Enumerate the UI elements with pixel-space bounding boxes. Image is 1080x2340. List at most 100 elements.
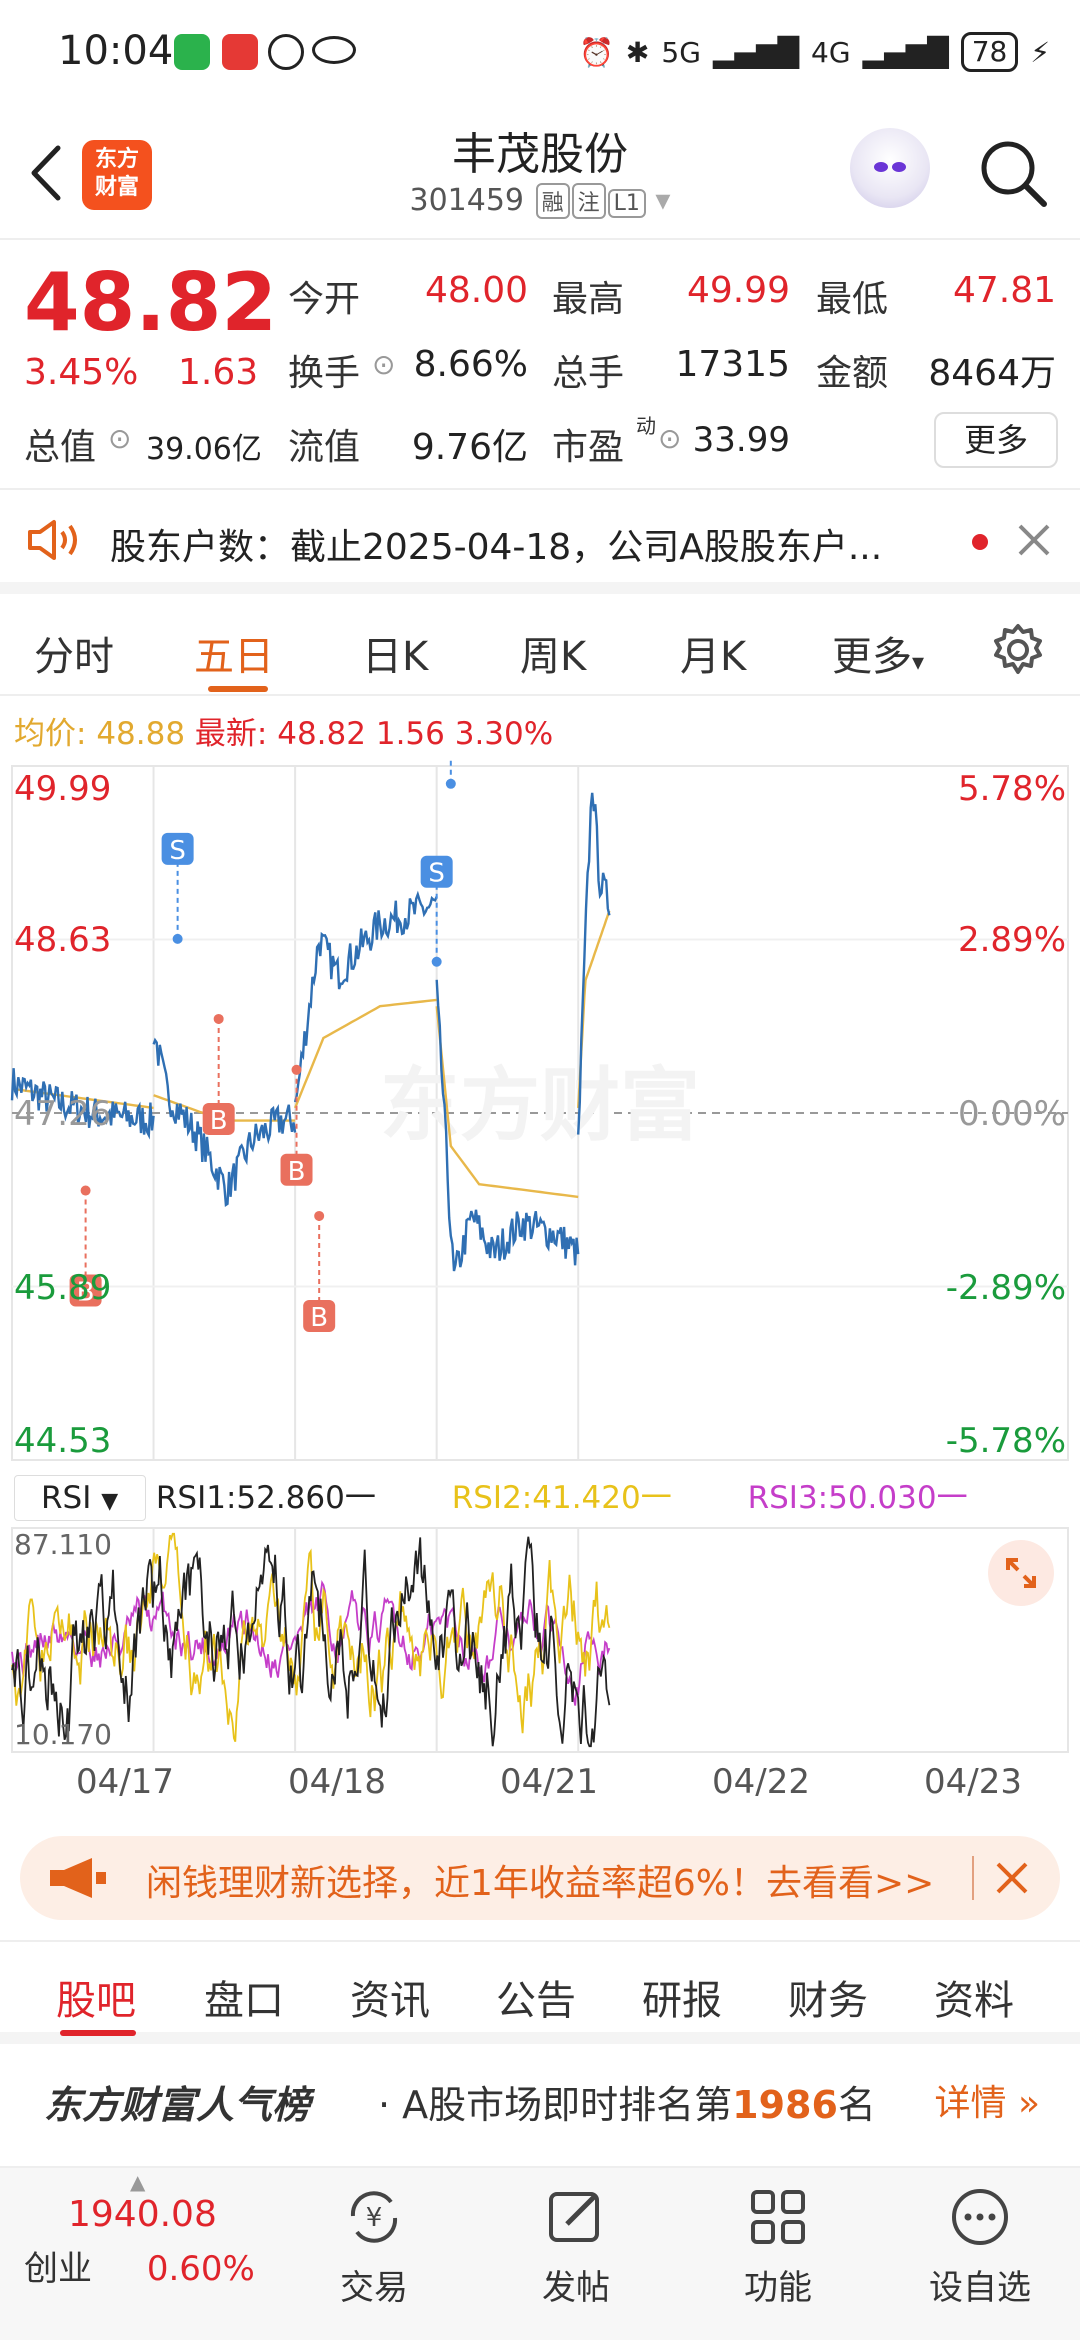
speaker-icon: [28, 520, 77, 560]
nav-functions[interactable]: 功能: [698, 2186, 858, 2309]
tab-five-day[interactable]: 五日: [194, 624, 274, 682]
volume-value: 17315: [675, 344, 790, 385]
signal-5g-icon: 5G: [661, 35, 701, 69]
index-ticker[interactable]: 1940.08 创业 0.60%: [24, 2194, 274, 2290]
eye-icon: [312, 36, 356, 64]
status-time: 10:04: [58, 28, 174, 74]
popularity-rank-bar[interactable]: 东方财富人气榜 · A股市场即时排名第1986名 详情 »: [0, 2044, 1080, 2164]
date-axis: 04/17 04/18 04/21 04/22 04/23: [0, 1762, 1080, 1806]
y-axis-percent-label: 5.78%: [958, 769, 1066, 809]
rsi-chart[interactable]: 87.110 10.170: [0, 1524, 1080, 1756]
info-icon[interactable]: ⊙: [372, 348, 395, 381]
date-label: 04/23: [924, 1762, 1022, 1802]
rank-detail-link[interactable]: 详情 »: [935, 2074, 1041, 2126]
signal-bars-icon: ▂▄▆█: [712, 35, 800, 69]
pe-dynamic-mark: 动: [636, 414, 656, 438]
nav-post[interactable]: 发帖: [496, 2186, 656, 2309]
dropdown-caret-icon: ▾: [912, 648, 925, 676]
change-amount: 1.63: [178, 352, 259, 393]
tab-weekly-k[interactable]: 周K: [520, 624, 586, 682]
more-quote-button[interactable]: 更多: [934, 412, 1058, 468]
y-axis-percent-label: 0.00%: [958, 1094, 1066, 1134]
index-percent: 0.60%: [146, 2249, 255, 2289]
last-price: 48.82: [24, 256, 278, 349]
date-label: 04/21: [500, 1762, 598, 1802]
tag-level1: L1: [607, 189, 646, 218]
tab-profile[interactable]: 资料: [934, 1968, 1014, 2026]
latest-value: 48.82: [277, 716, 366, 752]
marker-dot: [431, 956, 442, 967]
total-mv-label: 总值: [24, 427, 97, 468]
low-label: 最低: [816, 279, 889, 320]
marker-label: S: [169, 836, 186, 866]
notice-bar[interactable]: 股东户数：截止2025-04-18，公司A股股东户...: [0, 490, 1080, 594]
caret-up-icon: ▲: [130, 2170, 146, 2194]
high-value: 49.99: [686, 270, 790, 311]
unread-dot: [972, 534, 988, 550]
settings-gear-icon[interactable]: [990, 622, 1046, 678]
tab-research[interactable]: 研报: [642, 1968, 722, 2026]
content-tabs: 股吧 盘口 资讯 公告 研报 财务 资料: [0, 1940, 1080, 2044]
promo-banner[interactable]: 闲钱理财新选择，近1年收益率超6%！去看看>>: [20, 1836, 1060, 1920]
marker-dot: [314, 1210, 325, 1221]
rank-brand: 东方财富人气榜: [44, 2083, 311, 2127]
close-icon[interactable]: [994, 1860, 1030, 1896]
marker-dot: [172, 933, 183, 944]
float-mv-label: 流值: [288, 427, 361, 468]
tab-announcements[interactable]: 公告: [496, 1968, 576, 2026]
y-axis-price-label: 48.63: [14, 920, 111, 960]
tab-forum[interactable]: 股吧: [56, 1968, 136, 2026]
tab-intraday[interactable]: 分时: [34, 624, 114, 682]
tab-daily-k[interactable]: 日K: [362, 624, 428, 682]
index-name: 创业: [24, 2249, 92, 2289]
y-axis-percent-label: -2.89%: [946, 1268, 1066, 1308]
rsi1-value: RSI1:52.860一: [155, 1480, 376, 1516]
pe-value: 33.99: [692, 420, 790, 460]
open-value: 48.00: [424, 270, 528, 311]
info-icon[interactable]: ⊙: [658, 422, 681, 455]
date-label: 04/17: [76, 1762, 174, 1802]
stock-header: 东方 财富 丰茂股份 301459 融注 L1 ▾: [0, 108, 1080, 240]
float-mv-value: 9.76亿: [411, 427, 528, 468]
search-icon[interactable]: [976, 136, 1050, 210]
sync-icon: [268, 34, 304, 70]
nav-trade[interactable]: ¥ 交易: [294, 2186, 454, 2309]
battery-level: 78: [960, 32, 1019, 72]
promo-text[interactable]: 闲钱理财新选择，近1年收益率超6%！去看看>>: [146, 1854, 934, 1906]
marker-dot: [80, 1185, 91, 1196]
five-day-price-chart[interactable]: 东方财富 BSBBBSS 49.995.78%48.632.89%47.260.…: [0, 760, 1080, 1464]
dropdown-caret-icon: ▾: [655, 183, 671, 218]
ai-assistant-icon[interactable]: [850, 128, 930, 208]
tab-order-book[interactable]: 盘口: [204, 1968, 284, 2026]
tab-more[interactable]: 更多▾: [832, 624, 924, 682]
info-icon[interactable]: ⊙: [108, 422, 131, 455]
edit-post-icon: [549, 2192, 599, 2242]
marker-dot: [213, 1013, 224, 1024]
marker-label: B: [210, 1106, 228, 1136]
amount-label: 金额: [816, 353, 889, 394]
y-axis-percent-label: 2.89%: [958, 920, 1066, 960]
tab-monthly-k[interactable]: 月K: [680, 624, 746, 682]
marker-label: S: [428, 859, 445, 889]
close-icon[interactable]: [1016, 522, 1052, 558]
marker-label: B: [288, 1157, 306, 1187]
watermark-logo: 东方财富: [380, 1059, 700, 1152]
app-notification-icon: [222, 34, 258, 70]
change-percent: 3.45%: [24, 352, 139, 393]
rank-text: · A股市场即时排名第1986名: [378, 2083, 876, 2127]
y-axis-price-label: 47.26: [14, 1094, 111, 1134]
quote-panel: 48.82 3.45% 1.63 今开 48.00 最高 49.99 最低 47…: [0, 240, 1080, 490]
indicator-select[interactable]: RSI ▼: [14, 1475, 146, 1521]
expand-chart-button[interactable]: [988, 1540, 1054, 1606]
marker-dot: [291, 1064, 302, 1075]
bottom-navigation: ▲ 1940.08 创业 0.60% ¥ 交易 发帖 功能 设自选: [0, 2166, 1080, 2340]
rsi-axis-label: 87.110: [14, 1528, 112, 1561]
nav-add-watchlist[interactable]: 设自选: [900, 2186, 1060, 2309]
notice-text[interactable]: 股东户数：截止2025-04-18，公司A股股东户...: [110, 518, 940, 570]
tab-financials[interactable]: 财务: [788, 1968, 868, 2026]
alarm-icon: ⏰: [579, 35, 614, 69]
high-label: 最高: [552, 279, 625, 320]
grid-functions-icon: [751, 2190, 805, 2244]
tag-registered: 注: [571, 183, 606, 219]
tab-news[interactable]: 资讯: [350, 1968, 430, 2026]
